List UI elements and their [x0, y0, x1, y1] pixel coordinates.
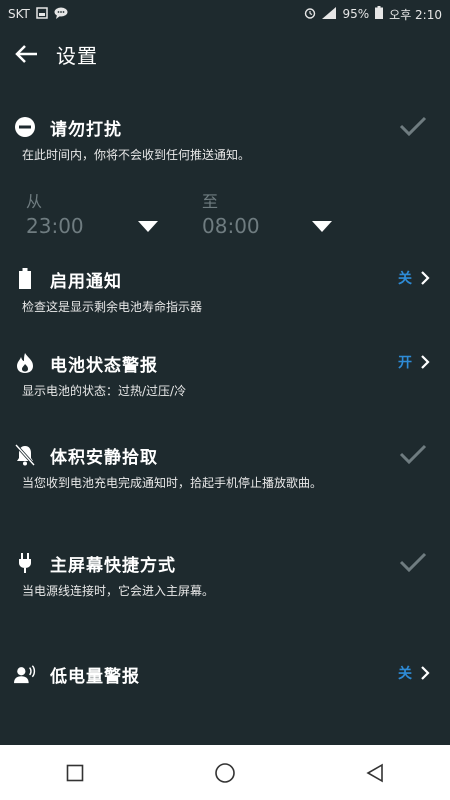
- home-shortcut-desc: 当电源线连接时，它会进入主屏幕。: [22, 584, 215, 598]
- chevron-right-icon: [421, 666, 430, 680]
- home-shortcut-setting: 主屏幕快捷方式 当电源线连接时，它会进入主屏幕。: [0, 546, 450, 616]
- low-battery-setting[interactable]: 低电量警报 关: [0, 657, 450, 697]
- enable-notice-state[interactable]: 关: [398, 268, 430, 288]
- flame-icon: [14, 352, 36, 374]
- battery-alert-setting[interactable]: 电池状态警报 开 显示电池的状态：过热/过压/冷: [0, 346, 450, 406]
- chevron-right-icon: [421, 271, 430, 285]
- status-right: 95% 오후 2:10: [304, 6, 442, 23]
- home-shortcut-checkbox[interactable]: [398, 550, 428, 578]
- check-icon: [399, 444, 427, 465]
- back-button[interactable]: [6, 34, 46, 74]
- recents-button[interactable]: [55, 753, 95, 793]
- battery-percent: 95%: [342, 7, 370, 21]
- quiet-pickup-desc: 当您收到电池充电完成通知时，拾起手机停止播放歌曲。: [22, 476, 323, 490]
- dnd-checkbox[interactable]: [398, 114, 428, 142]
- arrow-left-icon: [15, 45, 37, 63]
- user-voice-icon: [14, 663, 36, 685]
- dnd-setting: 请勿打扰 在此时间内，你将不会收到任何推送通知。 从 23:00 至 08:00: [0, 110, 450, 240]
- dropdown-triangle-icon: [312, 218, 332, 237]
- check-icon: [399, 552, 427, 573]
- circle-icon: [215, 762, 235, 783]
- dnd-icon: [14, 116, 36, 138]
- state-label: 关: [398, 271, 412, 287]
- signal-icon: [322, 6, 337, 22]
- mute-bell-icon: [14, 444, 36, 466]
- to-label: 至: [202, 192, 219, 211]
- to-time-picker[interactable]: 至 08:00: [202, 188, 342, 238]
- page-title: 设置: [56, 43, 98, 68]
- battery-alert-state[interactable]: 开: [398, 352, 430, 372]
- clock: 오후 2:10: [389, 7, 442, 22]
- dropdown-triangle-icon: [138, 218, 158, 237]
- sim-icon: [36, 6, 48, 22]
- enable-notice-setting[interactable]: 启用通知 关 检查这是显示剩余电池寿命指示器: [0, 262, 450, 322]
- quiet-pickup-setting: 体积安静拾取 当您收到电池充电完成通知时，拾起手机停止播放歌曲。: [0, 438, 450, 508]
- home-button[interactable]: [205, 753, 245, 793]
- dnd-time-range: 从 23:00 至 08:00: [26, 188, 346, 248]
- navigation-bar: [0, 745, 450, 800]
- low-battery-state[interactable]: 关: [398, 663, 430, 683]
- app-bar: 设置: [0, 28, 450, 80]
- status-bar: SKT 95% 오후 2:10: [0, 0, 450, 28]
- enable-notice-title: 启用通知: [50, 271, 122, 292]
- alarm-icon: [304, 7, 316, 22]
- dnd-desc: 在此时间内，你将不会收到任何推送通知。: [22, 148, 251, 162]
- battery-icon: [14, 268, 36, 290]
- state-label: 开: [398, 355, 412, 371]
- battery-icon: [375, 6, 384, 22]
- enable-notice-desc: 检查这是显示剩余电池寿命指示器: [22, 300, 203, 314]
- chevron-right-icon: [421, 355, 430, 369]
- dnd-title: 请勿打扰: [50, 119, 122, 140]
- plug-icon: [14, 552, 36, 574]
- quiet-pickup-checkbox[interactable]: [398, 442, 428, 470]
- state-label: 关: [398, 666, 412, 682]
- square-icon: [66, 764, 84, 781]
- check-icon: [399, 116, 427, 137]
- battery-alert-title: 电池状态警报: [50, 355, 158, 376]
- quiet-pickup-title: 体积安静拾取: [50, 447, 158, 468]
- battery-alert-desc: 显示电池的状态：过热/过压/冷: [22, 384, 187, 398]
- settings-screen: SKT 95% 오후 2:10 设置 请勿打扰 在此时间内，你将不会收到任何推送…: [0, 0, 450, 800]
- from-label: 从: [26, 192, 43, 211]
- home-shortcut-title: 主屏幕快捷方式: [50, 555, 176, 576]
- triangle-back-icon: [366, 763, 383, 782]
- status-left: SKT: [8, 6, 68, 22]
- carrier-label: SKT: [8, 7, 30, 21]
- low-battery-title: 低电量警报: [50, 666, 140, 687]
- message-icon: [54, 7, 68, 22]
- back-nav-button[interactable]: [355, 753, 395, 793]
- from-time-picker[interactable]: 从 23:00: [26, 188, 166, 238]
